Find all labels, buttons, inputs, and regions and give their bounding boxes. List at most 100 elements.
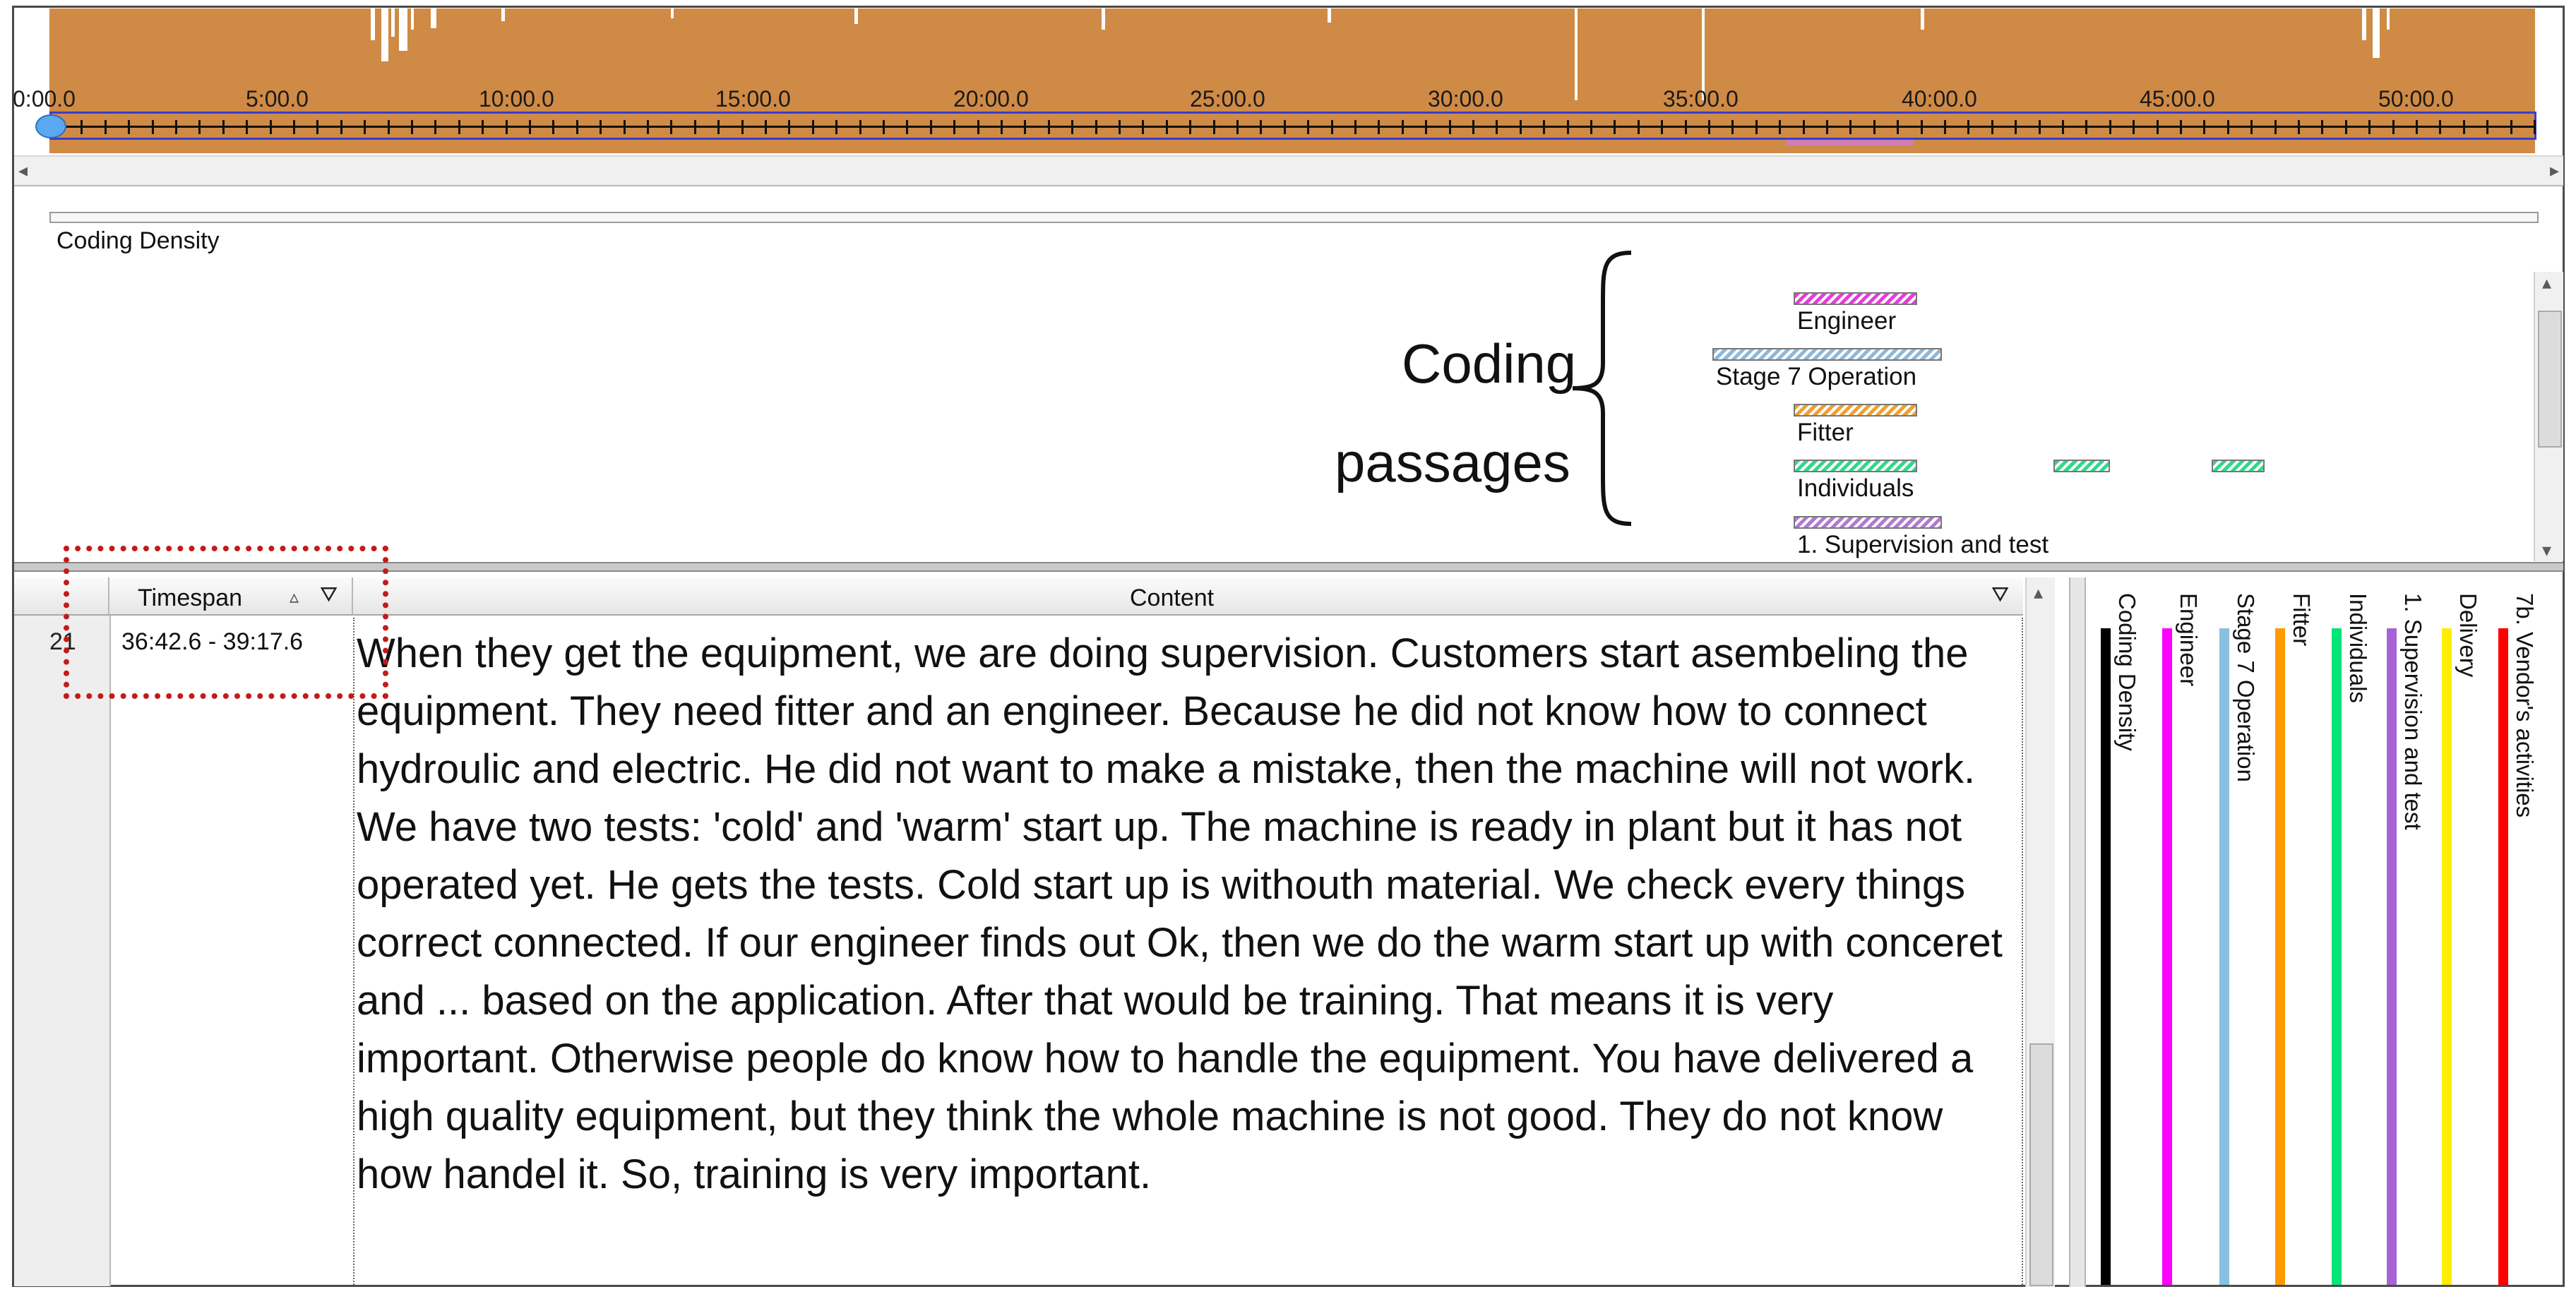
annotation-passages: passages <box>1335 431 1570 493</box>
tick-label: 25:00.0 <box>1190 86 1265 112</box>
ruler-tick <box>2062 120 2064 134</box>
legend-splitter[interactable] <box>2069 577 2086 1287</box>
curly-brace-icon <box>1572 251 1632 526</box>
ruler-tick <box>1897 120 1900 134</box>
ruler-tick <box>104 120 107 134</box>
scroll-thumb[interactable] <box>2538 311 2562 448</box>
stripe-individuals-3[interactable] <box>2212 460 2265 472</box>
stripe-label: Individuals <box>1797 474 1914 502</box>
grid-vertical-scrollbar[interactable]: ▴ <box>2025 577 2055 1287</box>
ruler-tick <box>2156 120 2159 134</box>
stripe-supervision-and-test[interactable] <box>1794 516 1942 529</box>
ruler-tick <box>1566 120 1569 134</box>
stripes-vertical-scrollbar[interactable]: ▴ ▾ <box>2534 272 2563 561</box>
legend-item[interactable]: Stage 7 Operation <box>2219 593 2259 1285</box>
ruler-tick <box>2250 120 2253 134</box>
ruler-tick <box>1095 120 1097 134</box>
filter-icon[interactable]: ⛛ <box>1991 583 2009 607</box>
column-header-content[interactable]: Content ⛛ <box>353 577 2023 616</box>
content-cell[interactable]: When they get the equipment, we are doin… <box>357 625 2023 1204</box>
scroll-right-icon[interactable]: ▸ <box>2550 160 2559 181</box>
timeline-ruler[interactable] <box>49 112 2536 140</box>
ruler-tick <box>2462 120 2465 134</box>
playhead-handle[interactable] <box>35 114 66 138</box>
ruler-tick <box>175 120 177 134</box>
scroll-thumb[interactable] <box>2029 1043 2053 1286</box>
pane-splitter[interactable] <box>14 562 2563 572</box>
ruler-tick <box>1071 120 1074 134</box>
legend-color-bar <box>2387 628 2397 1285</box>
ruler-tick <box>552 120 555 134</box>
legend-color-bar <box>2498 628 2508 1285</box>
legend-item[interactable]: Engineer <box>2162 593 2202 1285</box>
ruler-tick <box>1519 120 1522 134</box>
ruler-tick <box>1944 120 1946 134</box>
legend-color-bar <box>2219 628 2229 1285</box>
ruler-tick <box>2085 120 2088 134</box>
legend-item[interactable]: Fitter <box>2275 593 2315 1285</box>
ruler-tick <box>883 120 885 134</box>
ruler-tick <box>2439 120 2442 134</box>
ruler-tick <box>953 120 956 134</box>
ruler-tick <box>1354 120 1356 134</box>
horizontal-scrollbar[interactable]: ◂ ▸ <box>14 155 2563 186</box>
ruler-tick <box>1047 120 1050 134</box>
ruler-tick <box>505 120 508 134</box>
ruler-tick <box>1826 120 1828 134</box>
ruler-tick <box>2392 120 2395 134</box>
scroll-up-icon[interactable]: ▴ <box>2542 272 2551 294</box>
ruler-tick <box>2368 120 2371 134</box>
tick-label: 0:00.0 <box>13 86 76 112</box>
ruler-tick <box>1119 120 1121 134</box>
ruler-tick <box>1496 120 1498 134</box>
ruler-tick <box>788 120 791 134</box>
ruler-tick <box>1967 120 1970 134</box>
legend-label: Stage 7 Operation <box>2233 593 2259 782</box>
ruler-tick <box>1684 120 1687 134</box>
ruler-tick <box>1260 120 1263 134</box>
legend-item[interactable]: 7b. Vendor's activities <box>2498 593 2538 1285</box>
ruler-tick <box>977 120 979 134</box>
ruler-tick <box>434 120 437 134</box>
scroll-left-icon[interactable]: ◂ <box>18 160 28 181</box>
ruler-tick <box>693 120 696 134</box>
ruler-tick <box>576 120 578 134</box>
tick-label: 45:00.0 <box>2140 86 2215 112</box>
row-header-column <box>14 616 111 1286</box>
coding-density-bar <box>49 212 2539 223</box>
ruler-tick <box>835 120 838 134</box>
legend-color-bar <box>2442 628 2452 1285</box>
ruler-tick <box>1873 120 1876 134</box>
tick-label: 15:00.0 <box>715 86 791 112</box>
ruler-tick <box>1189 120 1192 134</box>
stripe-individuals-2[interactable] <box>2053 460 2110 472</box>
ruler-tick <box>2133 120 2135 134</box>
ruler-tick <box>529 120 531 134</box>
stripe-stage-7-operation[interactable] <box>1712 348 1942 361</box>
scroll-up-icon[interactable]: ▴ <box>2034 582 2043 604</box>
ruler-tick <box>151 120 154 134</box>
tick-label: 10:00.0 <box>479 86 554 112</box>
stripe-label: Stage 7 Operation <box>1716 363 1917 390</box>
ruler-tick <box>198 120 201 134</box>
stripe-individuals[interactable] <box>1794 460 1917 472</box>
legend-item[interactable]: 1. Supervision and test <box>2387 593 2426 1285</box>
ruler-tick <box>458 120 460 134</box>
ruler-tick <box>1637 120 1640 134</box>
stripe-fitter[interactable] <box>1794 404 1917 417</box>
ruler-tick <box>80 120 83 134</box>
ruler-tick <box>1614 120 1616 134</box>
tick-label: 35:00.0 <box>1663 86 1739 112</box>
ruler-tick <box>387 120 390 134</box>
stripe-engineer[interactable] <box>1794 292 1917 305</box>
legend-label: Coding Density <box>2114 593 2140 751</box>
legend-item[interactable]: Individuals <box>2332 593 2371 1285</box>
ruler-tick <box>1001 120 1003 134</box>
legend-item[interactable]: Delivery <box>2442 593 2481 1285</box>
ruler-tick <box>1236 120 1239 134</box>
scroll-down-icon[interactable]: ▾ <box>2542 539 2551 561</box>
ruler-tick <box>293 120 295 134</box>
highlight-annotation-box <box>64 546 388 699</box>
ruler-tick <box>906 120 909 134</box>
legend-item[interactable]: Coding Density <box>2101 593 2140 1285</box>
